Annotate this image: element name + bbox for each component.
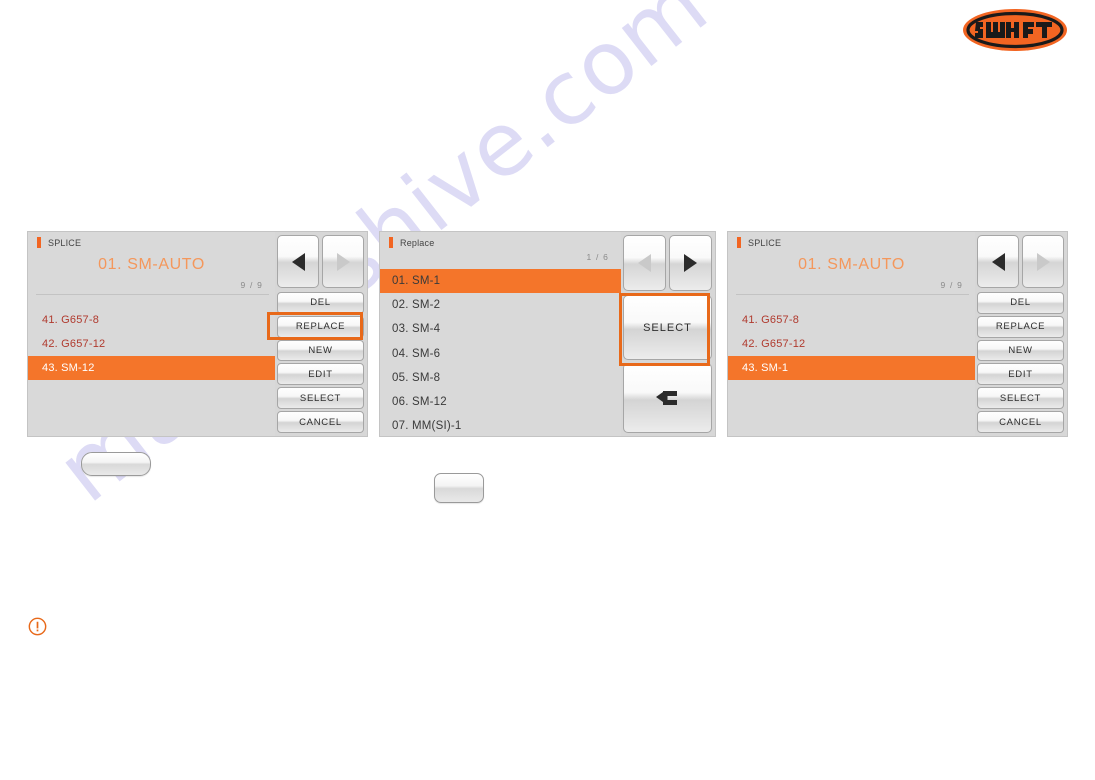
arrow-right-icon xyxy=(1036,252,1050,271)
del-button[interactable]: DEL xyxy=(977,292,1064,314)
select-button[interactable]: SELECT xyxy=(623,295,712,360)
title-accent-mark xyxy=(37,237,41,248)
arrow-right-icon xyxy=(336,252,350,271)
title-accent-mark xyxy=(737,237,741,248)
cancel-button[interactable]: CANCEL xyxy=(277,411,364,433)
panel-3-body: SPLICE 01. SM-AUTO 9 / 9 41. G657-8 42. … xyxy=(728,232,975,436)
prev-page-button[interactable] xyxy=(623,235,666,291)
arrow-left-icon xyxy=(638,254,651,272)
panel-1-nav-row xyxy=(277,235,364,288)
arrow-right-icon xyxy=(684,254,697,272)
panel-2-page-count: 1 / 6 xyxy=(586,252,609,262)
prev-page-button[interactable] xyxy=(277,235,319,288)
list-item[interactable]: 43. SM-12 xyxy=(28,356,275,380)
list-item[interactable]: 02. SM-2 xyxy=(380,293,621,317)
return-arrow-icon xyxy=(655,391,677,405)
arrow-left-icon xyxy=(291,252,305,271)
panel-1-title: SPLICE xyxy=(48,237,82,248)
panel-1-title-bar: SPLICE xyxy=(37,237,81,248)
panel-3-page-count: 9 / 9 xyxy=(940,280,963,290)
prev-page-button[interactable] xyxy=(977,235,1019,288)
panel-3-button-rail: DEL REPLACE NEW EDIT SELECT CANCEL xyxy=(975,232,1067,436)
list-item[interactable]: 04. SM-6 xyxy=(380,342,621,366)
panel-3-title: SPLICE xyxy=(748,237,782,248)
panel-3-list: 41. G657-8 42. G657-12 43. SM-1 xyxy=(728,308,975,380)
arrow-left-icon xyxy=(991,252,1005,271)
cancel-button[interactable]: CANCEL xyxy=(977,411,1064,433)
panel-3-action-buttons: DEL REPLACE NEW EDIT SELECT CANCEL xyxy=(977,292,1064,433)
blank-button-2[interactable] xyxy=(434,473,484,503)
panel-2-body: Replace 1 / 6 01. SM-1 02. SM-2 03. SM-4… xyxy=(380,232,621,436)
list-item[interactable]: 43. SM-1 xyxy=(728,356,975,380)
panel-1-list: 41. G657-8 42. G657-12 43. SM-12 xyxy=(28,308,275,380)
panel-1-button-rail: DEL REPLACE NEW EDIT SELECT CANCEL xyxy=(275,232,367,436)
list-item[interactable]: 42. G657-12 xyxy=(728,332,975,356)
next-page-button[interactable] xyxy=(669,235,712,291)
title-accent-mark xyxy=(389,237,393,248)
panel-2-nav-row xyxy=(623,235,712,291)
splice-screen-before: SPLICE 01. SM-AUTO 9 / 9 41. G657-8 42. … xyxy=(27,231,368,437)
list-item[interactable]: 03. SM-4 xyxy=(380,317,621,341)
list-item[interactable]: 41. G657-8 xyxy=(728,308,975,332)
list-item[interactable]: 01. SM-1 xyxy=(380,269,621,294)
new-button[interactable]: NEW xyxy=(977,339,1064,362)
del-button[interactable]: DEL xyxy=(277,292,364,314)
list-item[interactable]: 42. G657-12 xyxy=(28,332,275,356)
list-item[interactable]: 07. MM(SI)-1 xyxy=(380,414,621,436)
panel-1-page-count: 9 / 9 xyxy=(240,280,263,290)
swift-logo-svg xyxy=(963,9,1067,51)
panel-3-title-bar: SPLICE xyxy=(737,237,781,248)
edit-button[interactable]: EDIT xyxy=(977,363,1064,386)
list-item[interactable]: 41. G657-8 xyxy=(28,308,275,332)
panel-2-button-rail: SELECT xyxy=(621,232,715,436)
panel-3-nav-row xyxy=(977,235,1064,288)
panel-1-divider xyxy=(36,294,269,295)
select-button[interactable]: SELECT xyxy=(277,387,364,410)
panel-2-action-buttons: SELECT xyxy=(623,295,712,433)
replace-selection-screen: Replace 1 / 6 01. SM-1 02. SM-2 03. SM-4… xyxy=(379,231,716,437)
panel-3-mode-name: 01. SM-AUTO xyxy=(798,256,905,273)
panel-2-list: 01. SM-1 02. SM-2 03. SM-4 04. SM-6 05. … xyxy=(380,269,621,436)
panel-1-action-buttons: DEL REPLACE NEW EDIT SELECT CANCEL xyxy=(277,292,364,433)
exclamation-circle-icon xyxy=(28,617,47,636)
panel-2-title: Replace xyxy=(400,237,435,248)
back-button[interactable] xyxy=(623,363,712,433)
panel-1-mode-name: 01. SM-AUTO xyxy=(98,256,205,273)
blank-button-1[interactable] xyxy=(81,452,151,476)
panel-3-divider xyxy=(736,294,969,295)
replace-button[interactable]: REPLACE xyxy=(277,315,364,338)
select-button[interactable]: SELECT xyxy=(977,387,1064,410)
edit-button[interactable]: EDIT xyxy=(277,363,364,386)
panel-2-title-bar: Replace xyxy=(389,237,434,248)
panel-1-body: SPLICE 01. SM-AUTO 9 / 9 41. G657-8 42. … xyxy=(28,232,275,436)
splice-screen-after: SPLICE 01. SM-AUTO 9 / 9 41. G657-8 42. … xyxy=(727,231,1068,437)
new-button[interactable]: NEW xyxy=(277,339,364,362)
next-page-button[interactable] xyxy=(1022,235,1064,288)
replace-button[interactable]: REPLACE xyxy=(977,315,1064,338)
list-item[interactable]: 06. SM-12 xyxy=(380,390,621,414)
next-page-button[interactable] xyxy=(322,235,364,288)
list-item[interactable]: 05. SM-8 xyxy=(380,366,621,390)
swift-logo xyxy=(962,8,1068,52)
